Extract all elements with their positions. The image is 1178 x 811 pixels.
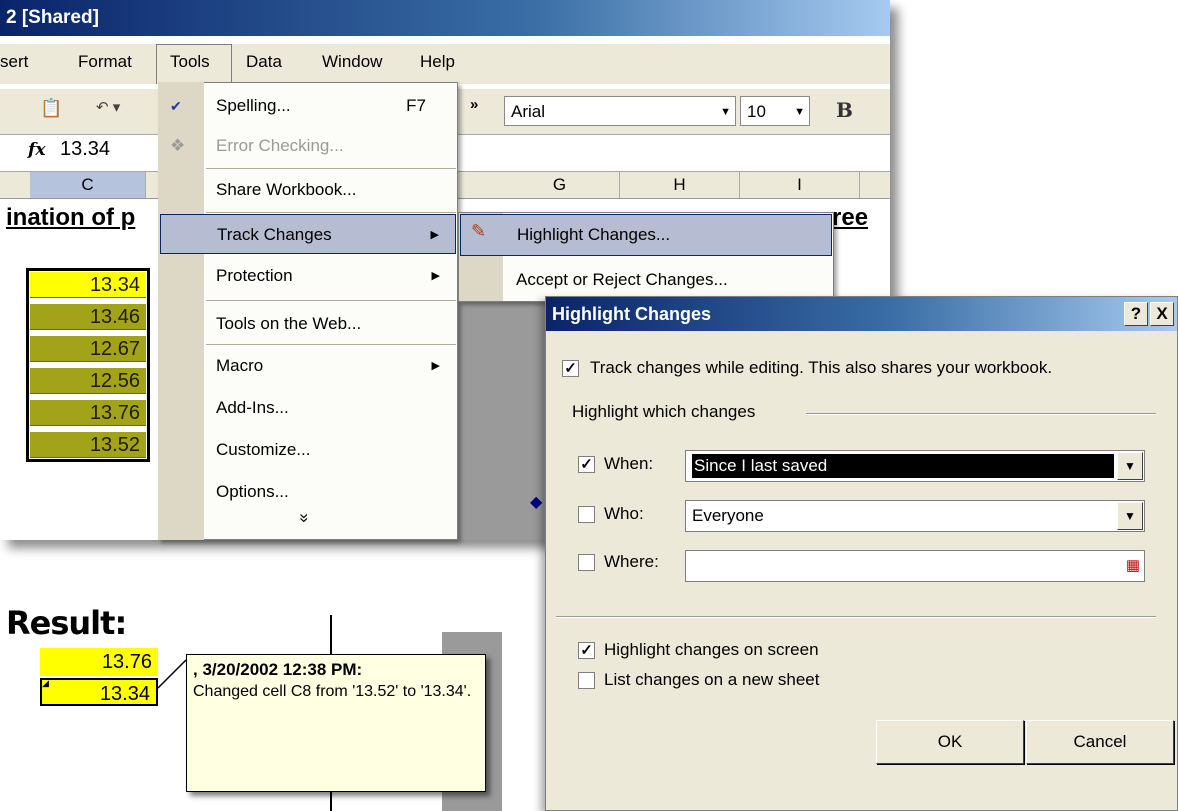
track-changes-label: Track changes while editing. This also s… bbox=[590, 358, 1053, 377]
font-size-select[interactable]: 10 ▼ bbox=[740, 96, 810, 126]
track-changes-checkbox[interactable]: ✓ bbox=[562, 360, 579, 377]
when-label: When: bbox=[604, 454, 654, 473]
column-header-g[interactable]: G bbox=[500, 172, 620, 198]
chevron-down-icon[interactable]: ▼ bbox=[1117, 502, 1143, 530]
sheet-title-right: ree bbox=[832, 204, 869, 231]
menu-item-macro[interactable]: Macro ▶ bbox=[160, 346, 456, 386]
font-size-value: 10 bbox=[747, 102, 766, 121]
menu-separator bbox=[206, 344, 456, 345]
menu-item-label: Spelling... bbox=[216, 96, 291, 115]
menu-separator bbox=[206, 168, 456, 169]
menu-item-label: Tools on the Web... bbox=[216, 314, 362, 333]
bold-button[interactable]: B bbox=[836, 98, 853, 122]
window-title: 2 [Shared] bbox=[0, 0, 890, 36]
highlight-changes-icon: ✎ bbox=[471, 221, 487, 241]
result-cell[interactable]: 13.76 bbox=[40, 648, 158, 676]
cell-comment: , 3/20/2002 12:38 PM: Changed cell C8 fr… bbox=[186, 654, 486, 792]
list-changes-label: List changes on a new sheet bbox=[604, 670, 820, 689]
who-label: Who: bbox=[604, 504, 644, 523]
close-button[interactable]: X bbox=[1150, 302, 1174, 326]
submenu-arrow-icon: ▶ bbox=[431, 360, 440, 372]
chevron-down-icon: ▼ bbox=[720, 106, 731, 118]
menu-item-label: Options... bbox=[216, 482, 289, 501]
menu-separator bbox=[206, 212, 456, 213]
sheet-title-left: ination of p bbox=[6, 204, 136, 231]
font-name-value: Arial bbox=[511, 102, 546, 121]
column-header-i[interactable]: I bbox=[740, 172, 860, 198]
result-cell-c8[interactable]: 13.34 bbox=[40, 678, 158, 706]
menu-item-customize[interactable]: Customize... bbox=[160, 430, 456, 470]
chevron-down-icon[interactable]: ▼ bbox=[1117, 452, 1143, 480]
highlight-on-screen-checkbox[interactable]: ✓ bbox=[578, 642, 595, 659]
menu-item-error-checking[interactable]: ❖ Error Checking... bbox=[160, 126, 456, 166]
menu-help[interactable]: Help bbox=[420, 52, 455, 72]
when-checkbox[interactable]: ✓ bbox=[578, 456, 595, 473]
expand-menu-icon[interactable]: » bbox=[295, 513, 315, 522]
menu-item-spelling[interactable]: ✔ Spelling... F7 bbox=[160, 86, 456, 126]
comment-body: Changed cell C8 from '13.52' to '13.34'. bbox=[193, 683, 472, 700]
chevron-down-icon: ▼ bbox=[794, 106, 805, 118]
menu-item-label: Error Checking... bbox=[216, 136, 344, 155]
formula-value: 13.34 bbox=[60, 138, 111, 160]
who-select-value: Everyone bbox=[692, 506, 764, 525]
who-checkbox[interactable] bbox=[578, 506, 595, 523]
menu-item-label: Highlight Changes... bbox=[517, 225, 671, 244]
copy-icon[interactable]: 📋 bbox=[40, 98, 62, 126]
comment-indicator-icon: ◢ bbox=[42, 678, 49, 688]
menu-item-options[interactable]: Options... bbox=[160, 472, 456, 512]
highlight-on-screen-label: Highlight changes on screen bbox=[604, 640, 819, 659]
menu-tools[interactable]: Tools bbox=[170, 52, 210, 72]
submenu-arrow-icon: ▶ bbox=[430, 229, 439, 241]
submenu-item-accept-reject[interactable]: Accept or Reject Changes... bbox=[460, 258, 832, 300]
toolbar-overflow-icon[interactable]: » bbox=[470, 96, 478, 124]
comment-header: , 3/20/2002 12:38 PM: bbox=[193, 660, 363, 679]
where-field[interactable]: ▦ bbox=[685, 550, 1145, 582]
cancel-button[interactable]: Cancel bbox=[1026, 720, 1174, 764]
result-heading: Result: bbox=[6, 604, 127, 642]
menu-item-label: Share Workbook... bbox=[216, 180, 357, 199]
where-checkbox[interactable] bbox=[578, 554, 595, 571]
ok-button[interactable]: OK bbox=[876, 720, 1024, 764]
highlight-group-label: Highlight which changes bbox=[572, 402, 756, 421]
menu-item-label: Protection bbox=[216, 266, 293, 285]
menu-insert[interactable]: sert bbox=[0, 52, 28, 72]
comment-pointer bbox=[157, 659, 187, 689]
spelling-icon: ✔ bbox=[170, 98, 182, 114]
menu-item-label: Track Changes bbox=[217, 225, 332, 244]
column-header-h[interactable]: H bbox=[620, 172, 740, 198]
menu-item-track-changes[interactable]: Track Changes ▶ bbox=[160, 214, 456, 254]
selection-range bbox=[26, 268, 150, 462]
menu-item-label: Macro bbox=[216, 356, 264, 375]
where-label: Where: bbox=[604, 552, 659, 571]
menu-window[interactable]: Window bbox=[322, 52, 382, 72]
menu-item-tools-on-web[interactable]: Tools on the Web... bbox=[160, 304, 456, 344]
submenu-item-highlight-changes[interactable]: ✎ Highlight Changes... bbox=[460, 214, 832, 256]
dialog-title: Highlight Changes bbox=[546, 297, 1177, 331]
menu-item-add-ins[interactable]: Add-Ins... bbox=[160, 388, 456, 428]
font-name-select[interactable]: Arial ▼ bbox=[504, 96, 736, 126]
menu-format[interactable]: Format bbox=[78, 52, 132, 72]
menu-item-label: Customize... bbox=[216, 440, 311, 459]
when-select[interactable]: Since I last saved ▼ bbox=[685, 450, 1145, 482]
error-checking-icon: ❖ bbox=[170, 136, 186, 155]
submenu-arrow-icon: ▶ bbox=[431, 270, 440, 282]
range-select-icon[interactable]: ▦ bbox=[1126, 551, 1140, 581]
function-icon[interactable]: fx bbox=[28, 140, 45, 160]
menu-item-protection[interactable]: Protection ▶ bbox=[160, 256, 456, 296]
menu-item-share-workbook[interactable]: Share Workbook... bbox=[160, 170, 456, 210]
menu-item-label: Accept or Reject Changes... bbox=[516, 270, 728, 289]
when-select-value: Since I last saved bbox=[694, 456, 828, 475]
column-header-c[interactable]: C bbox=[30, 172, 146, 198]
dialog-divider bbox=[556, 616, 1156, 618]
chart-marker-icon: ◆ bbox=[530, 494, 543, 511]
group-divider bbox=[806, 413, 1156, 415]
shortcut-label: F7 bbox=[406, 96, 426, 115]
help-button[interactable]: ? bbox=[1124, 302, 1148, 326]
undo-icon[interactable]: ↶ ▾ bbox=[96, 98, 120, 126]
who-select[interactable]: Everyone ▼ bbox=[685, 500, 1145, 532]
menu-separator bbox=[206, 300, 456, 301]
list-changes-checkbox[interactable] bbox=[578, 672, 595, 689]
menu-item-label: Add-Ins... bbox=[216, 398, 289, 417]
menu-data[interactable]: Data bbox=[246, 52, 282, 72]
